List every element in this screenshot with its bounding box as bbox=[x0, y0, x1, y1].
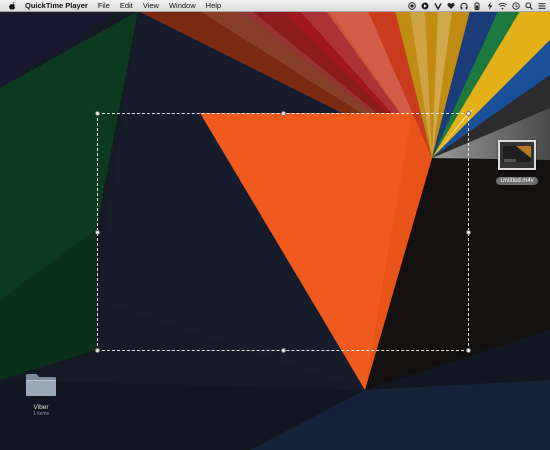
folder-name: Viber bbox=[33, 404, 49, 411]
record-icon[interactable] bbox=[407, 1, 416, 10]
battery-icon[interactable] bbox=[472, 1, 481, 10]
play-circle-icon[interactable] bbox=[420, 1, 429, 10]
apple-menu-icon[interactable] bbox=[7, 0, 17, 11]
resize-handle-bottom-right[interactable] bbox=[466, 348, 471, 353]
desktop-file-icon[interactable]: Untitled.m4v bbox=[488, 140, 546, 185]
desktop-folder[interactable]: Viber 1 items bbox=[14, 372, 68, 417]
status-area bbox=[407, 0, 550, 11]
menu-file[interactable]: File bbox=[93, 0, 115, 11]
resize-handle-bottom-left[interactable] bbox=[95, 348, 100, 353]
recording-selection-area[interactable] bbox=[95, 111, 471, 353]
resize-handle-top[interactable] bbox=[281, 111, 286, 116]
video-thumbnail-icon bbox=[498, 140, 536, 170]
resize-handle-top-left[interactable] bbox=[95, 111, 100, 116]
list-icon[interactable] bbox=[537, 1, 546, 10]
folder-item-count: 1 items bbox=[32, 411, 50, 417]
resize-handle-top-right[interactable] bbox=[466, 111, 471, 116]
resize-handle-left[interactable] bbox=[95, 230, 100, 235]
desktop[interactable]: QuickTime Player File Edit View Window H… bbox=[0, 0, 550, 450]
search-icon[interactable] bbox=[524, 1, 533, 10]
menu-app-name[interactable]: QuickTime Player bbox=[20, 0, 93, 11]
resize-handle-bottom[interactable] bbox=[281, 348, 286, 353]
lightning-icon[interactable] bbox=[485, 1, 494, 10]
folder-icon bbox=[25, 372, 57, 402]
menu-window[interactable]: Window bbox=[164, 0, 201, 11]
menu-help[interactable]: Help bbox=[201, 0, 226, 11]
time-machine-icon[interactable] bbox=[511, 1, 520, 10]
heart-icon[interactable] bbox=[446, 1, 455, 10]
wifi-icon[interactable] bbox=[498, 1, 507, 10]
menu-bar: QuickTime Player File Edit View Window H… bbox=[0, 0, 550, 12]
menu-view[interactable]: View bbox=[138, 0, 164, 11]
headphones-icon[interactable] bbox=[459, 1, 468, 10]
resize-handle-right[interactable] bbox=[466, 230, 471, 235]
vine-icon[interactable] bbox=[433, 1, 442, 10]
desktop-file-name: Untitled.m4v bbox=[496, 177, 538, 185]
menu-edit[interactable]: Edit bbox=[115, 0, 138, 11]
